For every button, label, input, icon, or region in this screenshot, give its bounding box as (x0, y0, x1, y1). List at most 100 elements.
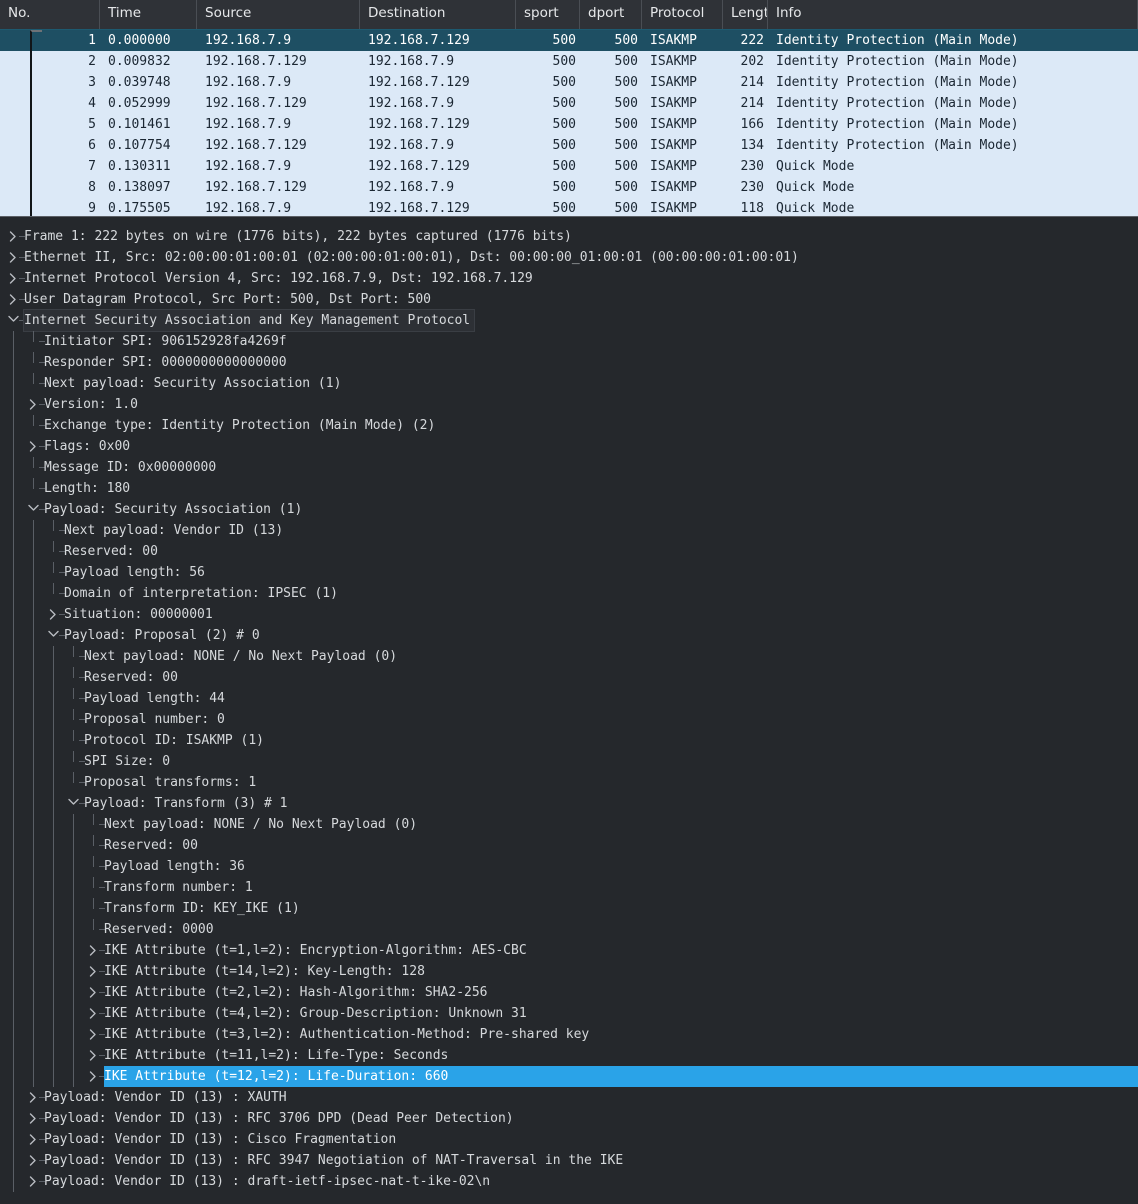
tree-expander-expanded-icon[interactable] (6, 310, 20, 331)
detail-tree-row[interactable]: IKE Attribute (t=2,l=2): Hash-Algorithm:… (0, 982, 1138, 1003)
detail-tree-row[interactable]: Payload: Transform (3) # 1 (0, 793, 1138, 814)
detail-tree-row[interactable]: Payload length: 56 (0, 562, 1138, 583)
tree-expander-collapsed-icon[interactable] (26, 436, 40, 457)
column-header-source[interactable]: Source (197, 0, 360, 29)
packet-detail-pane[interactable]: Frame 1: 222 bytes on wire (1776 bits), … (0, 226, 1138, 1204)
tree-expander-collapsed-icon[interactable] (26, 1171, 40, 1192)
detail-tree-row[interactable]: Message ID: 0x00000000 (0, 457, 1138, 478)
packet-list-header[interactable]: No. Time Source Destination sport dport Protoc… (0, 0, 1138, 30)
detail-tree-row[interactable]: Length: 180 (0, 478, 1138, 499)
detail-tree-row[interactable]: Responder SPI: 0000000000000000 (0, 352, 1138, 373)
tree-expander-collapsed-icon[interactable] (26, 1150, 40, 1171)
tree-expander-collapsed-icon[interactable] (6, 226, 20, 247)
detail-tree-row[interactable]: Reserved: 0000 (0, 919, 1138, 940)
packet-row[interactable]: 7 0.130311 192.168.7.9 192.168.7.129 500 500 I… (0, 156, 1138, 177)
tree-expander-collapsed-icon[interactable] (6, 268, 20, 289)
tree-expander-collapsed-icon[interactable] (26, 1129, 40, 1150)
detail-tree-row[interactable]: Reserved: 00 (0, 667, 1138, 688)
packet-row[interactable]: 6 0.107754 192.168.7.129 192.168.7.9 500 500 I… (0, 135, 1138, 156)
detail-tree-row[interactable]: Payload: Vendor ID (13) : RFC 3947 Negot… (0, 1150, 1138, 1171)
column-header-destination[interactable]: Destination (360, 0, 516, 29)
detail-tree-row[interactable]: Payload: Vendor ID (13) : RFC 3706 DPD (… (0, 1108, 1138, 1129)
detail-tree-row[interactable]: Version: 1.0 (0, 394, 1138, 415)
detail-tree-row[interactable]: Next payload: Vendor ID (13) (0, 520, 1138, 541)
detail-tree-row[interactable]: Reserved: 00 (0, 835, 1138, 856)
tree-expander-collapsed-icon[interactable] (26, 394, 40, 415)
tree-expander-collapsed-icon[interactable] (6, 289, 20, 310)
detail-tree-row[interactable]: Exchange type: Identity Protection (Main… (0, 415, 1138, 436)
detail-tree-row[interactable]: IKE Attribute (t=1,l=2): Encryption-Algo… (0, 940, 1138, 961)
tree-expander-collapsed-icon[interactable] (86, 1024, 100, 1045)
packet-list-rows[interactable]: 1 0.000000 192.168.7.9 192.168.7.129 500 500 I… (0, 30, 1138, 216)
tree-guide-line (13, 919, 14, 940)
tree-expander-collapsed-icon[interactable] (26, 1087, 40, 1108)
detail-tree-row[interactable]: Protocol ID: ISAKMP (1) (0, 730, 1138, 751)
detail-tree-row[interactable]: Payload: Proposal (2) # 0 (0, 625, 1138, 646)
column-header-length[interactable]: Length (723, 0, 768, 29)
packet-row[interactable]: 4 0.052999 192.168.7.129 192.168.7.9 500 500 I… (0, 93, 1138, 114)
tree-expander-collapsed-icon[interactable] (86, 940, 100, 961)
chevron-down-icon (7, 315, 19, 322)
column-header-protocol[interactable]: Protocol (642, 0, 723, 29)
detail-tree-row[interactable]: Flags: 0x00 (0, 436, 1138, 457)
tree-expander-collapsed-icon[interactable] (86, 1003, 100, 1024)
detail-tree-row[interactable]: Transform ID: KEY_IKE (1) (0, 898, 1138, 919)
tree-guide-line (13, 877, 14, 898)
detail-tree-row[interactable]: Next payload: NONE / No Next Payload (0) (0, 814, 1138, 835)
detail-tree-row[interactable]: Payload: Vendor ID (13) : Cisco Fragment… (0, 1129, 1138, 1150)
column-header-sport[interactable]: sport (516, 0, 580, 29)
packet-row[interactable]: 9 0.175505 192.168.7.9 192.168.7.129 500 500 I… (0, 198, 1138, 216)
detail-tree-row[interactable]: Internet Security Association and Key Ma… (0, 310, 1138, 331)
detail-tree-row[interactable]: SPI Size: 0 (0, 751, 1138, 772)
tree-expander-expanded-icon[interactable] (46, 625, 60, 646)
tree-expander-collapsed-icon[interactable] (6, 247, 20, 268)
detail-tree-row[interactable]: Reserved: 00 (0, 541, 1138, 562)
column-header-no[interactable]: No. (0, 0, 100, 29)
packet-row[interactable]: 5 0.101461 192.168.7.9 192.168.7.129 500 500 I… (0, 114, 1138, 135)
detail-tree-row[interactable]: User Datagram Protocol, Src Port: 500, D… (0, 289, 1138, 310)
detail-tree-row[interactable]: Next payload: Security Association (1) (0, 373, 1138, 394)
detail-tree-row[interactable]: Proposal transforms: 1 (0, 772, 1138, 793)
detail-tree-row[interactable]: IKE Attribute (t=12,l=2): Life-Duration:… (0, 1066, 1138, 1087)
tree-expander-collapsed-icon[interactable] (86, 982, 100, 1003)
detail-tree-row[interactable]: Payload length: 36 (0, 856, 1138, 877)
detail-tree-row[interactable]: Domain of interpretation: IPSEC (1) (0, 583, 1138, 604)
tree-expander-collapsed-icon[interactable] (26, 1108, 40, 1129)
tree-expander-collapsed-icon[interactable] (86, 1045, 100, 1066)
detail-tree-row[interactable]: Ethernet II, Src: 02:00:00:01:00:01 (02:… (0, 247, 1138, 268)
packet-row[interactable]: 8 0.138097 192.168.7.129 192.168.7.9 500 500 I… (0, 177, 1138, 198)
tree-expander-collapsed-icon[interactable] (86, 1066, 100, 1087)
detail-tree-row[interactable]: Internet Protocol Version 4, Src: 192.16… (0, 268, 1138, 289)
packet-cell-info: Identity Protection (Main Mode) (776, 96, 1019, 111)
chevron-right-icon (89, 945, 96, 956)
tree-expander-collapsed-icon[interactable] (46, 604, 60, 625)
detail-tree-row[interactable]: Situation: 00000001 (0, 604, 1138, 625)
packet-row[interactable]: 3 0.039748 192.168.7.9 192.168.7.129 500 500 I… (0, 72, 1138, 93)
tree-guide-line (13, 604, 14, 625)
chevron-right-icon (29, 1134, 36, 1145)
detail-tree-row[interactable]: Payload: Security Association (1) (0, 499, 1138, 520)
detail-tree-row[interactable]: Transform number: 1 (0, 877, 1138, 898)
chevron-right-icon (9, 231, 16, 242)
detail-tree-row[interactable]: IKE Attribute (t=14,l=2): Key-Length: 12… (0, 961, 1138, 982)
detail-tree-row[interactable]: IKE Attribute (t=4,l=2): Group-Descripti… (0, 1003, 1138, 1024)
detail-tree-row[interactable]: IKE Attribute (t=3,l=2): Authentication-… (0, 1024, 1138, 1045)
detail-tree-row[interactable]: IKE Attribute (t=11,l=2): Life-Type: Sec… (0, 1045, 1138, 1066)
detail-tree-row[interactable]: Frame 1: 222 bytes on wire (1776 bits), … (0, 226, 1138, 247)
packet-list-pane[interactable]: No. Time Source Destination sport dport Protoc… (0, 0, 1138, 216)
tree-expander-expanded-icon[interactable] (66, 793, 80, 814)
packet-row[interactable]: 1 0.000000 192.168.7.9 192.168.7.129 500 500 I… (0, 30, 1138, 51)
column-header-dport[interactable]: dport (580, 0, 642, 29)
detail-tree-row[interactable]: Initiator SPI: 906152928fa4269f (0, 331, 1138, 352)
detail-tree-row[interactable]: Proposal number: 0 (0, 709, 1138, 730)
detail-tree-row[interactable]: Payload length: 44 (0, 688, 1138, 709)
detail-tree-row[interactable]: Payload: Vendor ID (13) : draft-ietf-ips… (0, 1171, 1138, 1192)
packet-row[interactable]: 2 0.009832 192.168.7.129 192.168.7.9 500 500 I… (0, 51, 1138, 72)
tree-expander-collapsed-icon[interactable] (86, 961, 100, 982)
column-header-time[interactable]: Time (100, 0, 197, 29)
tree-expander-expanded-icon[interactable] (26, 499, 40, 520)
detail-tree-label: Internet Protocol Version 4, Src: 192.16… (24, 271, 533, 286)
detail-tree-row[interactable]: Payload: Vendor ID (13) : XAUTH (0, 1087, 1138, 1108)
detail-tree-row[interactable]: Next payload: NONE / No Next Payload (0) (0, 646, 1138, 667)
column-header-info[interactable]: Info (768, 0, 1138, 29)
